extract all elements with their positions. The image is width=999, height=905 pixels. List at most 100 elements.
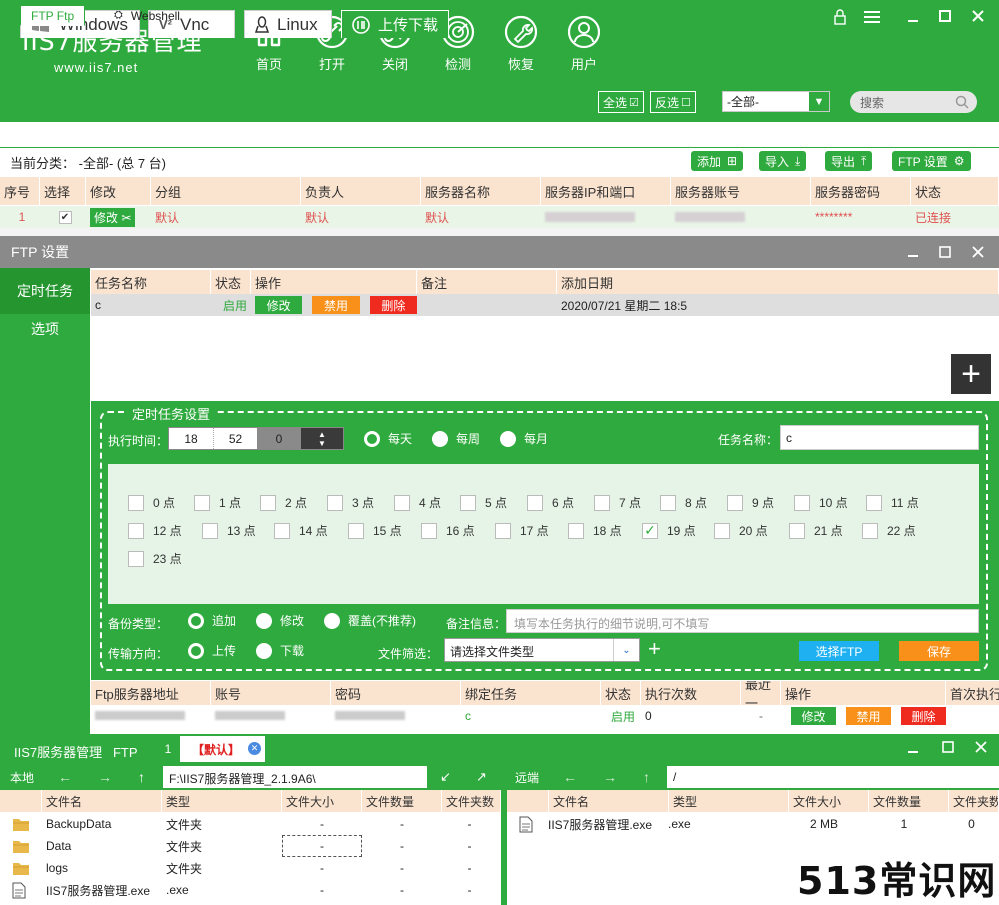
tab-linux[interactable]: Linux — [244, 10, 332, 38]
hour-checkbox-0[interactable]: 0 点 — [128, 494, 175, 511]
freq-weekly-radio[interactable]: 每周 — [432, 430, 480, 447]
hour-checkbox-6[interactable]: 6 点 — [527, 494, 574, 511]
hour-checkbox-17[interactable]: 17 点 — [495, 522, 549, 539]
session-tab-default[interactable]: 【默认】 ✕ — [180, 736, 265, 762]
list-item[interactable]: BackupData 文件夹 - - - — [0, 813, 501, 835]
hour-checkbox-13[interactable]: 13 点 — [202, 522, 256, 539]
search-input[interactable]: 搜索 — [850, 91, 977, 113]
hour-checkbox-10[interactable]: 10 点 — [794, 494, 848, 511]
nav-user-button[interactable]: 用户 — [554, 14, 614, 73]
add-filter-plus-icon[interactable]: + — [648, 638, 661, 660]
direction-upload-radio[interactable]: 上传 — [188, 642, 236, 659]
hour-checkbox-2[interactable]: 2 点 — [260, 494, 307, 511]
subtab-ftp[interactable]: FTP Ftp — [20, 5, 86, 26]
collapse-icon[interactable]: ↙ — [440, 769, 451, 785]
hour-checkbox-4[interactable]: 4 点 — [394, 494, 441, 511]
nav-restore-button[interactable]: 恢复 — [491, 14, 551, 73]
ftp-delete-button[interactable]: 删除 — [901, 707, 946, 725]
hour-checkbox-9[interactable]: 9 点 — [727, 494, 774, 511]
task-name-input[interactable]: c — [780, 425, 979, 450]
task-disable-button[interactable]: 禁用 — [312, 296, 360, 314]
file-filter-select[interactable]: 请选择文件类型 ⌄ — [444, 638, 640, 662]
hour-checkbox-5[interactable]: 5 点 — [460, 494, 507, 511]
hour-checkbox-19[interactable]: ✓ 19 点 — [642, 522, 696, 539]
freq-daily-radio[interactable]: 每天 — [364, 430, 412, 447]
forward-arrow-icon[interactable]: → — [98, 769, 112, 785]
lock-icon[interactable] — [833, 9, 847, 25]
task-delete-button[interactable]: 删除 — [369, 296, 417, 314]
list-item[interactable]: logs 文件夹 - - - — [0, 857, 501, 879]
second-field[interactable]: 0 — [257, 428, 301, 449]
hour-checkbox-20[interactable]: 20 点 — [714, 522, 768, 539]
minimize-icon[interactable] — [907, 10, 919, 24]
hour-checkbox-22[interactable]: 22 点 — [862, 522, 916, 539]
hour-checkbox-14[interactable]: 14 点 — [274, 522, 328, 539]
list-item[interactable]: IIS7服务器管理.exe .exe - - - — [0, 879, 501, 901]
note-input[interactable]: 填写本任务执行的细节说明,可不填写 — [506, 609, 979, 633]
import-button[interactable]: 导入 ⤓ — [759, 151, 807, 171]
hour-checkbox-7[interactable]: 7 点 — [594, 494, 641, 511]
hour-checkbox-21[interactable]: 21 点 — [789, 522, 843, 539]
add-button[interactable]: 添加 ⊞ — [691, 151, 744, 171]
back-arrow-icon[interactable]: ← — [58, 769, 72, 785]
remote-forward-arrow-icon[interactable]: → — [603, 769, 617, 785]
pane-minimize-icon[interactable] — [907, 742, 919, 754]
row-select-checkbox[interactable]: ✔ — [40, 206, 86, 228]
task-row[interactable]: c 启用 修改 禁用 删除 2020/07/21 星期二 18:5 — [91, 294, 999, 316]
sidebar-item-options[interactable]: 选项 — [0, 314, 90, 344]
time-spinner[interactable]: ▲ ▼ — [301, 428, 343, 449]
hour-field[interactable]: 18 — [169, 428, 213, 449]
ftp-settings-button[interactable]: FTP 设置 ⚙ — [892, 151, 971, 171]
close-icon[interactable] — [972, 10, 984, 22]
direction-download-radio[interactable]: 下载 — [256, 642, 304, 659]
dialog-minimize-icon[interactable] — [907, 246, 919, 258]
remote-back-arrow-icon[interactable]: ← — [563, 769, 577, 785]
exec-time-picker[interactable]: 18 52 0 ▲ ▼ — [168, 427, 344, 450]
select-all-button[interactable]: 全选 ☑ — [598, 91, 644, 113]
tab-close-icon[interactable]: ✕ — [248, 742, 261, 755]
hour-checkbox-1[interactable]: 1 点 — [194, 494, 241, 511]
sidebar-item-scheduled-task[interactable]: 定时任务 — [0, 268, 90, 314]
ftp-disable-button[interactable]: 禁用 — [846, 707, 891, 725]
ftp-edit-button[interactable]: 修改 — [791, 707, 836, 725]
tab-upload-download[interactable]: 上传下载 — [341, 10, 449, 38]
hour-checkbox-11[interactable]: 11 点 — [866, 494, 919, 511]
hour-checkbox-15[interactable]: 15 点 — [348, 522, 402, 539]
subtab-webshell[interactable]: ⛭ Webshell — [104, 5, 190, 26]
pane-close-icon[interactable] — [975, 741, 987, 753]
nav-close-label: 关闭 — [381, 57, 408, 72]
expand-icon[interactable]: ↗ — [476, 769, 487, 785]
freq-monthly-radio[interactable]: 每月 — [500, 430, 548, 447]
ftp-row[interactable]: c 启用 0 - 修改 禁用 删除 — [91, 705, 999, 727]
list-item[interactable]: Data 文件夹 - - - — [0, 835, 501, 857]
export-button[interactable]: 导出 ⤒ — [825, 151, 873, 171]
hour-checkbox-12[interactable]: 12 点 — [128, 522, 182, 539]
remote-path-input[interactable]: / — [667, 766, 999, 788]
dialog-close-icon[interactable] — [972, 246, 984, 258]
hour-checkbox-8[interactable]: 8 点 — [660, 494, 707, 511]
minute-field[interactable]: 52 — [213, 428, 257, 449]
backup-overwrite-radio[interactable]: 覆盖(不推荐) — [324, 612, 416, 629]
menu-icon[interactable] — [863, 10, 881, 24]
pane-maximize-icon[interactable] — [942, 741, 954, 753]
hour-checkbox-16[interactable]: 16 点 — [421, 522, 475, 539]
hour-checkbox-23[interactable]: 23 点 — [128, 550, 182, 567]
table-row[interactable]: 1 ✔ 修改 ✂ 默认 默认 默认 ******** 已连接 — [0, 206, 999, 228]
save-button[interactable]: 保存 — [899, 641, 979, 661]
backup-append-radio[interactable]: 追加 — [188, 612, 236, 629]
backup-modify-radio[interactable]: 修改 — [256, 612, 304, 629]
hour-checkbox-3[interactable]: 3 点 — [327, 494, 374, 511]
list-item[interactable]: IIS7服务器管理.exe .exe 2 MB 1 0 — [507, 813, 999, 835]
invert-select-button[interactable]: 反选 ☐ — [650, 91, 696, 113]
category-select[interactable]: -全部- ▼ — [722, 91, 830, 112]
up-arrow-icon[interactable]: ↑ — [138, 769, 145, 785]
maximize-icon[interactable] — [939, 10, 951, 22]
dialog-maximize-icon[interactable] — [939, 246, 951, 258]
task-edit-button[interactable]: 修改 — [255, 296, 303, 314]
local-path-input[interactable]: F:\IIS7服务器管理_2.1.9A6\ — [163, 766, 427, 788]
row-edit-button[interactable]: 修改 ✂ — [86, 206, 151, 228]
add-task-button[interactable]: + — [951, 354, 991, 394]
remote-up-arrow-icon[interactable]: ↑ — [643, 769, 650, 785]
choose-ftp-button[interactable]: 选择FTP — [799, 641, 879, 661]
hour-checkbox-18[interactable]: 18 点 — [568, 522, 622, 539]
